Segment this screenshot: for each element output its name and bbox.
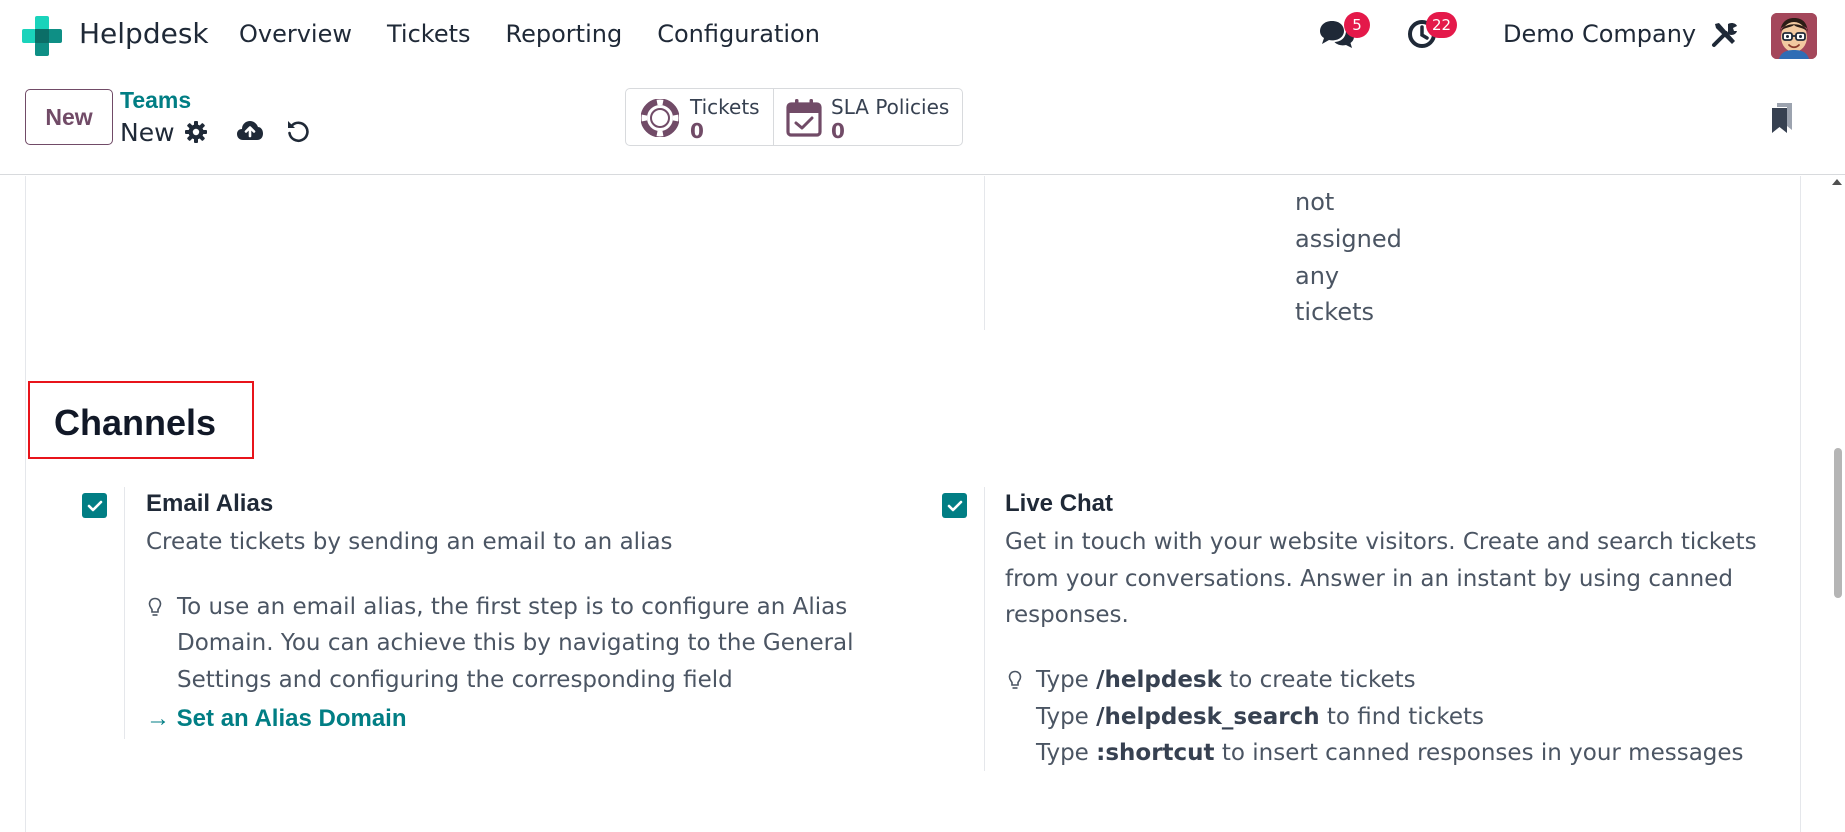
activities-badge: 22 bbox=[1426, 12, 1458, 38]
checkmark-icon bbox=[87, 500, 102, 511]
new-button[interactable]: New bbox=[25, 89, 113, 145]
checkmark-icon bbox=[947, 500, 962, 511]
user-avatar-icon bbox=[1771, 13, 1817, 59]
menu-tickets[interactable]: Tickets bbox=[387, 14, 471, 54]
menu-overview[interactable]: Overview bbox=[239, 14, 352, 54]
arrow-right-icon: → bbox=[146, 705, 177, 732]
live-chat-hint-shortcut: Type :shortcut to insert canned response… bbox=[1036, 740, 1744, 766]
bookmark-icon[interactable] bbox=[1770, 102, 1794, 134]
sheet-right-border bbox=[1800, 176, 1801, 832]
gear-icon[interactable] bbox=[184, 120, 208, 144]
main-menu: Overview Tickets Reporting Configuration bbox=[239, 14, 855, 54]
user-avatar[interactable] bbox=[1771, 13, 1817, 59]
discard-undo-icon[interactable] bbox=[286, 119, 310, 143]
email-alias-hint-line: Settings and configuring the correspondi… bbox=[177, 667, 733, 693]
app-name[interactable]: Helpdesk bbox=[79, 14, 209, 54]
set-alias-domain-link[interactable]: → Set an Alias Domain bbox=[146, 703, 407, 735]
live-chat-description-line: from your conversations. Answer in an in… bbox=[1005, 566, 1733, 592]
email-option-divider bbox=[124, 487, 125, 739]
sla-policies-stat-value: 0 bbox=[831, 119, 845, 143]
livechat-option-divider bbox=[984, 487, 985, 771]
messages-badge: 5 bbox=[1344, 12, 1370, 38]
menu-configuration[interactable]: Configuration bbox=[657, 14, 820, 54]
live-chat-checkbox[interactable] bbox=[942, 493, 967, 518]
sheet-left-border bbox=[25, 176, 26, 832]
truncated-text-line: any bbox=[1295, 262, 1340, 290]
live-chat-description-line: responses. bbox=[1005, 602, 1129, 628]
truncated-text-line: tickets bbox=[1295, 298, 1374, 326]
scroll-up-arrow-icon[interactable] bbox=[1831, 177, 1843, 187]
lifebuoy-icon bbox=[641, 99, 679, 137]
lightbulb-icon bbox=[148, 597, 162, 616]
email-alias-title: Email Alias bbox=[146, 490, 274, 517]
live-chat-description-line: Get in touch with your website visitors.… bbox=[1005, 529, 1757, 555]
top-navbar: Helpdesk Overview Tickets Reporting Conf… bbox=[0, 0, 1845, 68]
sla-policies-stat-label: SLA Policies bbox=[831, 95, 950, 119]
channels-section-title: Channels bbox=[54, 402, 217, 443]
helpdesk-logo-icon[interactable] bbox=[22, 16, 62, 56]
sla-policies-stat-button[interactable]: SLA Policies 0 bbox=[773, 88, 963, 146]
breadcrumb-teams[interactable]: Teams bbox=[120, 86, 191, 114]
tickets-stat-value: 0 bbox=[690, 119, 704, 143]
truncated-text-line: assigned bbox=[1295, 225, 1402, 253]
scrollbar-thumb[interactable] bbox=[1834, 448, 1842, 598]
truncated-text-line: not bbox=[1295, 188, 1335, 216]
email-alias-checkbox[interactable] bbox=[82, 493, 107, 518]
breadcrumb-current: New bbox=[120, 118, 175, 147]
email-alias-hint-line: Domain. You can achieve this by navigati… bbox=[177, 630, 854, 656]
set-alias-domain-label: Set an Alias Domain bbox=[176, 705, 407, 732]
column-divider-top bbox=[984, 176, 985, 330]
cloud-upload-icon[interactable] bbox=[236, 119, 264, 143]
email-alias-hint-line: To use an email alias, the first step is… bbox=[177, 594, 848, 620]
control-panel: New Teams New Tickets 0 SLA Policies 0 bbox=[0, 68, 1845, 175]
live-chat-hint-create: Type /helpdesk to create tickets bbox=[1036, 667, 1416, 693]
menu-reporting[interactable]: Reporting bbox=[506, 14, 623, 54]
tickets-stat-button[interactable]: Tickets 0 bbox=[625, 88, 774, 146]
email-alias-description: Create tickets by sending an email to an… bbox=[146, 529, 673, 555]
calendar-check-icon bbox=[786, 99, 822, 137]
lightbulb-icon bbox=[1008, 670, 1022, 689]
live-chat-title: Live Chat bbox=[1005, 490, 1114, 517]
tickets-stat-label: Tickets bbox=[690, 95, 760, 119]
company-switcher[interactable]: Demo Company bbox=[1503, 14, 1696, 54]
live-chat-hint-search: Type /helpdesk_search to find tickets bbox=[1036, 704, 1484, 730]
tools-icon[interactable] bbox=[1711, 20, 1739, 48]
